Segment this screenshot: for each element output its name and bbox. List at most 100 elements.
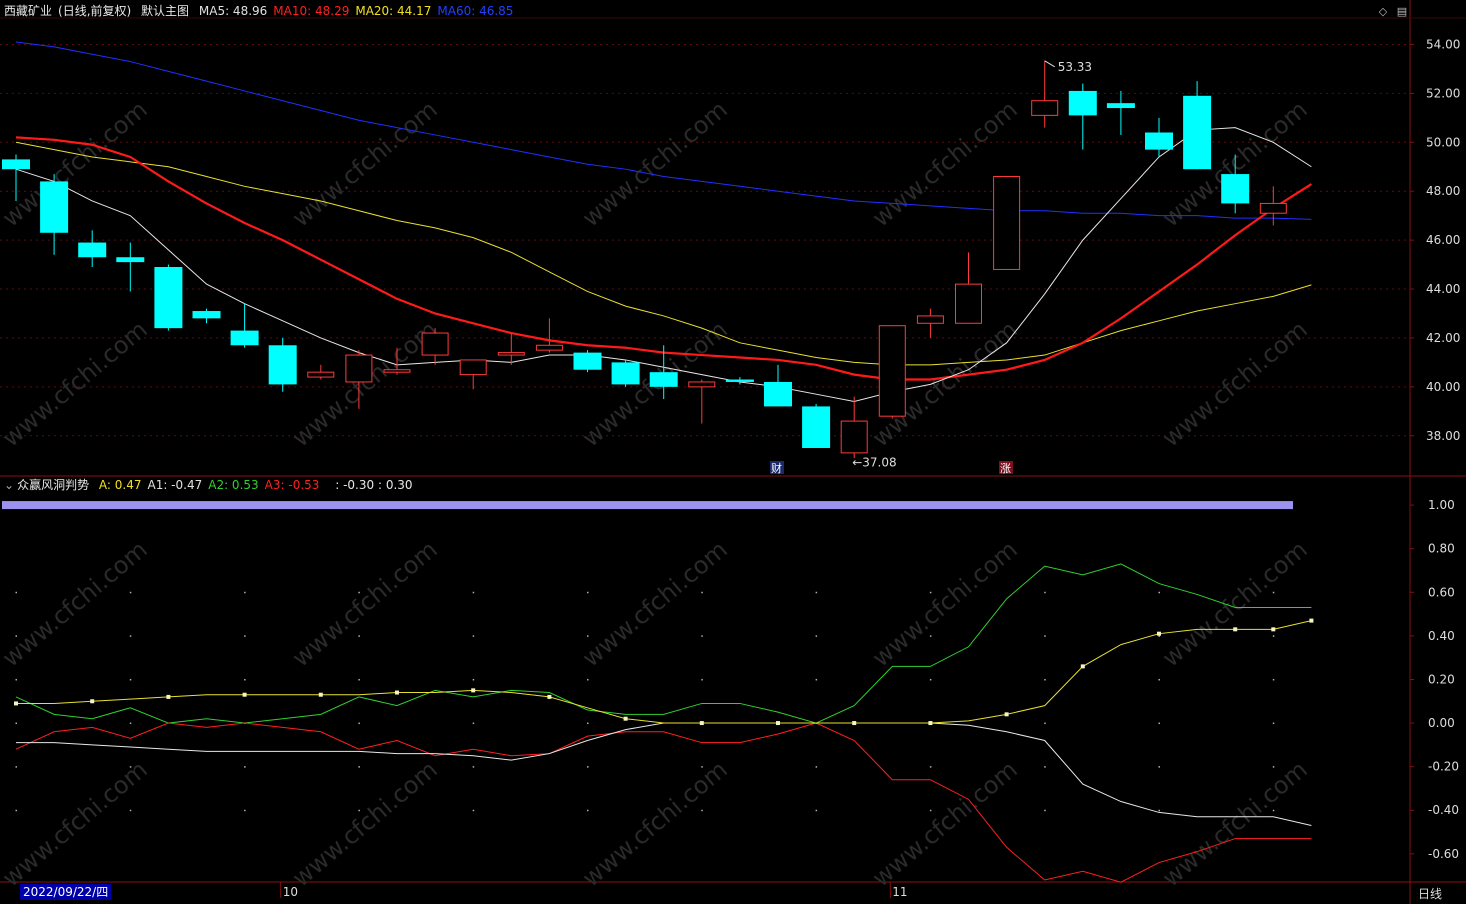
candle-body xyxy=(725,379,754,382)
indicator-a-marker xyxy=(1157,631,1161,636)
candle-body xyxy=(535,344,563,351)
indicator-tick-label: 0.60 xyxy=(1428,585,1455,599)
indicator-a-marker xyxy=(14,701,18,706)
indicator-grid-dot xyxy=(358,766,360,768)
price-tick-label: 38.00 xyxy=(1426,429,1460,443)
indicator-grid-dot xyxy=(587,809,589,812)
candle-body xyxy=(611,362,640,385)
candle-body xyxy=(688,381,716,388)
indicator-grid-dot xyxy=(1044,591,1046,594)
price-tick-label: 46.00 xyxy=(1426,233,1460,247)
diamond-icon[interactable]: ◇ xyxy=(1376,5,1390,19)
indicator-grid-dot xyxy=(1044,766,1046,768)
candle-body xyxy=(802,406,831,448)
indicator-grid-dot xyxy=(472,722,475,725)
watermark-text: www.cfchi.com xyxy=(287,535,443,672)
candle-body xyxy=(40,181,69,233)
candle-body xyxy=(2,159,30,170)
candle-body xyxy=(1031,100,1059,116)
candle-body xyxy=(1221,174,1250,204)
indicator-a-marker xyxy=(242,692,247,697)
indicator-grid-dot xyxy=(472,678,475,681)
indicator-a-marker xyxy=(928,721,933,726)
watermark-text: www.cfchi.com xyxy=(0,315,153,452)
indicator-grid-dot xyxy=(1272,766,1275,768)
indicator-a-marker xyxy=(471,688,476,693)
price-tick-label: 52.00 xyxy=(1426,86,1460,100)
indicator-grid-dot xyxy=(929,766,932,768)
indicator-grid-dot xyxy=(1044,678,1046,681)
indicator-grid-dot xyxy=(701,591,703,594)
indicator-grid-dot xyxy=(1272,722,1275,725)
candle-body xyxy=(459,359,487,376)
candle-body xyxy=(307,371,335,378)
candle-body xyxy=(154,267,183,329)
watermark-text: www.cfchi.com xyxy=(0,755,153,892)
indicator-grid-dot xyxy=(472,635,475,637)
candle-body xyxy=(1145,132,1173,150)
candle-body xyxy=(78,242,107,258)
indicator-grid-dot xyxy=(472,766,475,768)
ma-legend-item: MA60: 46.85 xyxy=(437,4,514,18)
event-limit-tag: 涨 xyxy=(1000,462,1011,475)
indicator-a-marker xyxy=(166,694,171,699)
indicator-grid-dot xyxy=(1158,809,1160,812)
indicator-legend: A: 0.47 A1: -0.47 A2: 0.53 A3: -0.53 xyxy=(99,478,326,492)
price-tick-label: 40.00 xyxy=(1426,380,1460,394)
indicator-name[interactable]: 众赢风洞判势 xyxy=(17,478,89,492)
indicator-grid-dot xyxy=(358,635,360,637)
indicator-grid-dot xyxy=(129,678,132,681)
candle-body xyxy=(1068,90,1097,116)
candle-body xyxy=(1259,202,1287,214)
indicator-grid-dot xyxy=(929,591,932,594)
period-label[interactable]: 日线 xyxy=(1418,885,1442,902)
kline-chart[interactable]: 54.00 52.00 50.00 48.00 46.00 44.00 42.00 40.00… xyxy=(0,0,1466,904)
indicator-a-marker xyxy=(776,721,780,726)
candle-body xyxy=(268,345,297,385)
candle-body xyxy=(421,332,449,356)
candle-body xyxy=(116,257,145,263)
current-date: 2022/09/22/四 xyxy=(20,884,112,900)
indicator-grid-dot xyxy=(1044,635,1046,637)
indicator-tick-label: 0.40 xyxy=(1428,629,1455,643)
indicator-tick-label: 0.00 xyxy=(1428,716,1455,730)
price-tick-label: 54.00 xyxy=(1426,37,1460,51)
price-tick-label: 44.00 xyxy=(1426,282,1460,296)
indicator-tick-label: 0.80 xyxy=(1428,542,1455,556)
indicator-grid-dot xyxy=(129,635,132,637)
price-tick-label: 42.00 xyxy=(1426,331,1460,345)
event-finance-tag: 财 xyxy=(771,461,782,475)
candle-body xyxy=(230,330,259,346)
indicator-grid-dot xyxy=(701,678,703,681)
indicator-grid-dot xyxy=(244,591,246,594)
indicator-a-marker xyxy=(1309,618,1314,623)
indicator-grid-dot xyxy=(244,766,246,768)
candle-body xyxy=(649,372,678,387)
indicator-grid-dot xyxy=(15,678,17,681)
candle-body xyxy=(192,311,221,319)
ma-legend: MA5: 48.96 MA10: 48.29 MA20: 44.17 MA60: 46… xyxy=(199,4,520,18)
indicator-header: ⌄ 众赢风洞判势 A: 0.47 A1: -0.47 A2: 0.53 A3: -0.5… xyxy=(4,476,419,494)
chart-mode: (日线,前复权) xyxy=(58,4,132,18)
watermark-text: www.cfchi.com xyxy=(287,755,443,892)
indicator-a-marker xyxy=(1233,627,1238,632)
candle-body xyxy=(1106,103,1135,109)
chevron-down-icon[interactable]: ⌄ xyxy=(4,478,14,492)
main-chart-label[interactable]: 默认主图 xyxy=(141,4,189,18)
watermark-text: www.cfchi.com xyxy=(287,315,443,452)
indicator-a-marker xyxy=(395,690,399,695)
indicator-a-marker xyxy=(318,692,323,697)
indicator-grid-dot xyxy=(929,678,932,681)
indicator-grid-dot xyxy=(587,635,589,637)
ma-legend-item: MA5: 48.96 xyxy=(198,4,268,18)
panel-icon[interactable]: ▤ xyxy=(1395,5,1409,19)
indicator-legend-item: A: 0.47 xyxy=(98,478,142,492)
watermark-text: www.cfchi.com xyxy=(1157,315,1313,452)
indicator-grid-dot xyxy=(15,766,17,768)
indicator-grid-dot xyxy=(587,591,589,594)
candle-body xyxy=(497,352,525,356)
candle-body xyxy=(993,176,1021,270)
month-label: 11 xyxy=(892,885,907,899)
indicator-grid-dot xyxy=(358,678,360,681)
ma20-line xyxy=(15,141,1312,366)
